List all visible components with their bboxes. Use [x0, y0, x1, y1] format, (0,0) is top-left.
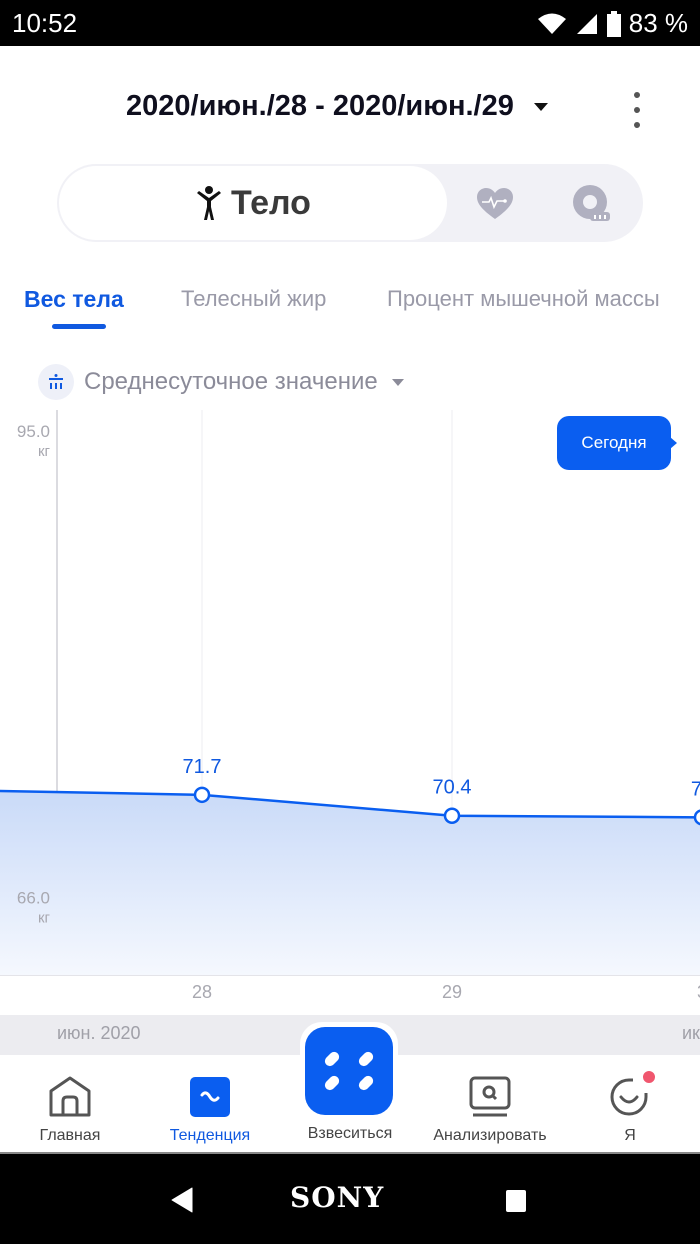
data-label: 71.7: [183, 756, 222, 778]
chevron-down-icon: [533, 102, 548, 111]
nav-trend[interactable]: Тенденция: [165, 1055, 255, 1152]
data-label: 70: [691, 778, 700, 800]
nav-profile[interactable]: Я: [590, 1055, 670, 1152]
date-range-label: 2020/июн./28 - 2020/июн./29: [126, 90, 514, 122]
category-switch: Тело: [57, 164, 643, 242]
aggregation-dropdown[interactable]: Среднесуточное значение: [38, 364, 404, 400]
status-bar: 10:52 83 %: [0, 0, 700, 46]
recents-icon[interactable]: [505, 1189, 527, 1213]
weight-chart[interactable]: 71.770.47095.0кг66.0кг28293: [0, 410, 700, 1020]
weigh-button[interactable]: [300, 1022, 398, 1120]
month-label: ик: [682, 1023, 700, 1043]
home-icon: [49, 1076, 91, 1117]
more-vert-icon[interactable]: [630, 92, 644, 128]
category-body-label: Тело: [231, 183, 311, 222]
nav-analyze[interactable]: Анализировать: [433, 1055, 547, 1152]
nav-home-label: Главная: [39, 1127, 101, 1144]
month-label: июн. 2020: [57, 1023, 141, 1043]
nav-trend-label: Тенденция: [169, 1127, 251, 1144]
tab-body-fat[interactable]: Телесный жир: [181, 286, 326, 312]
category-measure[interactable]: [572, 184, 612, 224]
wifi-icon: [537, 13, 566, 34]
analyze-icon: [469, 1076, 511, 1117]
signal-icon: [576, 13, 597, 34]
category-body[interactable]: Тело: [59, 166, 447, 240]
tape-measure-icon: [573, 185, 610, 221]
x-tick-label: 29: [442, 982, 462, 1002]
data-point[interactable]: [693, 809, 700, 826]
aggregation-label: Среднесуточное значение: [84, 368, 378, 395]
brand-logo[interactable]: SONY: [290, 1181, 384, 1214]
today-badge[interactable]: Сегодня: [557, 416, 677, 470]
date-range-selector[interactable]: 2020/июн./28 - 2020/июн./29: [126, 90, 548, 123]
metric-tabs: Вес тела Телесный жир Процент мышечной м…: [0, 270, 700, 340]
data-label: 70.4: [433, 777, 472, 799]
trend-icon: [190, 1077, 230, 1117]
battery-percent: 83 %: [628, 8, 688, 38]
data-point[interactable]: [443, 807, 461, 824]
y-tick-label: 95.0: [17, 422, 50, 441]
x-tick-label: 28: [192, 982, 212, 1002]
bar-chart-icon: [38, 364, 74, 400]
chevron-down-icon: [391, 378, 404, 386]
clock: 10:52: [12, 8, 78, 38]
body-figure-icon: [197, 186, 222, 220]
nav-home[interactable]: Главная: [25, 1055, 115, 1152]
y-tick-unit: кг: [38, 443, 51, 460]
tab-body-weight[interactable]: Вес тела: [24, 286, 124, 313]
battery-icon: [606, 10, 621, 37]
data-point[interactable]: [193, 786, 211, 804]
y-tick-label: 66.0: [17, 889, 50, 908]
notification-badge: [641, 1069, 657, 1085]
nav-weigh-label: Взвеситься: [307, 1125, 393, 1142]
tab-muscle-percent[interactable]: Процент мышечной массы: [387, 286, 660, 312]
nav-profile-label: Я: [624, 1127, 636, 1144]
back-icon[interactable]: [170, 1186, 194, 1214]
nav-analyze-label: Анализировать: [433, 1127, 547, 1144]
system-nav-bar: SONY: [0, 1152, 700, 1244]
scale-icon: [324, 1051, 374, 1091]
heart-pulse-icon: [477, 188, 513, 219]
y-tick-unit: кг: [38, 910, 51, 927]
active-tab-indicator: [52, 324, 106, 329]
header: 2020/июн./28 - 2020/июн./29: [0, 46, 700, 166]
category-heart[interactable]: [475, 184, 515, 224]
